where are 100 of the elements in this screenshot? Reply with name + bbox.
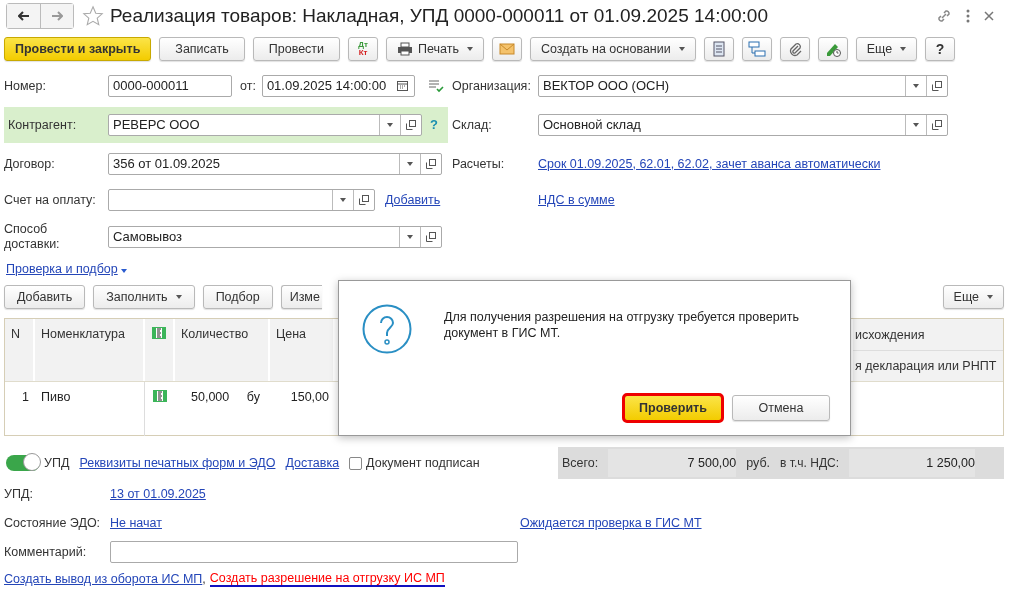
field-label: Комментарий: bbox=[4, 544, 88, 559]
attachment-button[interactable] bbox=[779, 37, 810, 61]
more-button[interactable]: Еще bbox=[942, 285, 1004, 309]
open-icon[interactable] bbox=[359, 195, 369, 205]
add-link[interactable]: Добавить bbox=[385, 193, 441, 207]
calendar-icon[interactable] bbox=[396, 80, 408, 91]
field-label: Номер: bbox=[4, 78, 47, 93]
toggle-switch[interactable] bbox=[6, 455, 40, 471]
column-header: Количество bbox=[175, 319, 270, 381]
menu-icon[interactable] bbox=[966, 9, 970, 23]
column-header: Номенклатура bbox=[35, 319, 145, 381]
print-button[interactable]: Печать bbox=[386, 37, 484, 61]
separator-text: , bbox=[202, 572, 206, 586]
help-button[interactable]: ? bbox=[925, 37, 956, 61]
number-field[interactable]: 0000-000011 bbox=[108, 74, 232, 97]
dialog-button[interactable]: Проверить bbox=[624, 395, 722, 421]
currency-label: руб. bbox=[746, 456, 771, 470]
table-toolbar-button[interactable]: Изме bbox=[280, 285, 322, 309]
dialog-button[interactable]: Отмена bbox=[732, 395, 830, 421]
arrow-right-icon bbox=[51, 11, 63, 21]
hierarchy-icon bbox=[747, 41, 766, 57]
column-header: Цена bbox=[270, 319, 335, 381]
table-toolbar-button[interactable]: Добавить bbox=[4, 285, 86, 309]
table-cell-text: 150,00 bbox=[289, 389, 330, 406]
link-icon[interactable] bbox=[936, 8, 952, 24]
table-toolbar-button[interactable]: Подбор bbox=[202, 285, 273, 309]
checkbox-label: Документ подписан bbox=[366, 456, 480, 470]
question-icon bbox=[362, 304, 412, 354]
dropdown-button[interactable]: Создать на основании bbox=[530, 37, 696, 61]
close-icon[interactable] bbox=[984, 11, 994, 21]
toolbar-button[interactable]: Провести bbox=[252, 37, 341, 61]
field-label: Склад: bbox=[452, 117, 493, 132]
open-icon[interactable] bbox=[426, 231, 436, 242]
field-label: Контрагент: bbox=[8, 117, 78, 132]
comment-field[interactable] bbox=[110, 540, 518, 563]
dropdown-icon[interactable] bbox=[913, 83, 919, 88]
table-cell-text: 50,000 bbox=[191, 390, 230, 406]
counterparty-field[interactable]: РЕВЕРС ООО bbox=[108, 113, 422, 136]
contract-field[interactable]: 356 от 01.09.2025 bbox=[108, 152, 442, 175]
organization-field[interactable]: ВЕКТОР ООО (ОСН) bbox=[538, 74, 948, 97]
footer-link[interactable]: Доставка bbox=[285, 456, 340, 470]
marking-icon bbox=[152, 327, 166, 339]
field-label: Способ доставки: bbox=[4, 221, 61, 252]
document-check-icon[interactable] bbox=[427, 78, 444, 93]
pen-clock-button[interactable] bbox=[817, 37, 848, 61]
paperclip-icon bbox=[787, 41, 802, 57]
dropdown-icon[interactable] bbox=[340, 198, 346, 202]
edo-status-link[interactable]: Не начат bbox=[110, 515, 162, 530]
upd-link[interactable]: 13 от 01.09.2025 bbox=[110, 486, 206, 501]
printer-icon bbox=[397, 42, 414, 56]
settlements-link[interactable]: Срок 01.09.2025, 62.01, 62.02, зачет аванса автоматически bbox=[538, 156, 881, 171]
total-value: 7 500,00 bbox=[608, 449, 737, 477]
table-cell-text: бу bbox=[246, 390, 260, 406]
toggle-label: УПД bbox=[44, 456, 70, 470]
arrow-left-icon bbox=[17, 11, 30, 21]
table-cell: Пиво bbox=[35, 382, 145, 436]
date-field[interactable]: 01.09.2025 14:00:00 bbox=[261, 74, 415, 97]
open-icon[interactable] bbox=[932, 80, 942, 91]
envelope-icon bbox=[499, 43, 515, 55]
list-button[interactable] bbox=[703, 37, 734, 61]
debit-credit-button[interactable]: Дт Кт bbox=[348, 37, 379, 61]
dropdown-icon[interactable] bbox=[407, 161, 413, 166]
open-icon[interactable] bbox=[426, 158, 436, 169]
check-menu-link[interactable]: Проверка и подбор bbox=[6, 262, 127, 276]
field-label: УПД: bbox=[4, 486, 34, 501]
window-title: Реализация товаров: Накладная, УПД 0000-000011 от 01.09.2025 14:00:00 bbox=[110, 5, 768, 27]
warehouse-field[interactable]: Основной склад bbox=[538, 113, 948, 136]
field-label: Организация: bbox=[452, 78, 532, 93]
star-icon[interactable] bbox=[82, 5, 104, 27]
column-header: исхождения bbox=[853, 319, 1003, 351]
gis-check-link[interactable]: Ожидается проверка в ГИС МТ bbox=[519, 515, 702, 530]
post-and-close-button[interactable]: Провести и закрыть bbox=[4, 37, 152, 61]
table-toolbar-button[interactable]: Заполнить bbox=[93, 285, 195, 309]
total-label: Всего: bbox=[562, 456, 599, 470]
checkbox[interactable] bbox=[349, 456, 363, 470]
column-header: N bbox=[5, 319, 35, 381]
footer-link[interactable]: Реквизиты печатных форм и ЭДО bbox=[79, 456, 276, 470]
open-icon[interactable] bbox=[406, 119, 416, 130]
field-label: Счет на оплату: bbox=[4, 193, 97, 207]
vat-label: в т.ч. НДС: bbox=[780, 456, 839, 470]
create-link[interactable]: Создать разрешение на отгрузку ИС МП bbox=[209, 571, 445, 587]
column-header: я декларация или РНПТ bbox=[854, 358, 998, 375]
delivery-field[interactable]: Самовывоз bbox=[108, 225, 442, 248]
dropdown-icon[interactable] bbox=[407, 234, 413, 239]
field-label: Состояние ЭДО: bbox=[4, 515, 102, 530]
back-button[interactable] bbox=[7, 4, 40, 28]
open-icon[interactable] bbox=[932, 119, 942, 130]
field-label: от: bbox=[240, 78, 256, 93]
vat-link[interactable]: НДС в сумме bbox=[538, 193, 615, 207]
toolbar-button[interactable]: Записать bbox=[159, 37, 245, 61]
field-label: Договор: bbox=[4, 156, 56, 171]
list-icon bbox=[712, 41, 725, 57]
dropdown-icon[interactable] bbox=[913, 122, 919, 127]
dropdown-button[interactable]: Еще bbox=[855, 37, 918, 61]
invoice-field[interactable] bbox=[108, 189, 375, 211]
vat-value: 1 250,00 bbox=[849, 449, 975, 477]
table-cell-text: 1 bbox=[21, 389, 30, 406]
dropdown-icon[interactable] bbox=[387, 122, 393, 127]
dialog-message: Для получения разрешения на отгрузку требуется проверить документ в ГИС МТ. bbox=[444, 309, 800, 341]
field-label: Расчеты: bbox=[452, 156, 506, 171]
